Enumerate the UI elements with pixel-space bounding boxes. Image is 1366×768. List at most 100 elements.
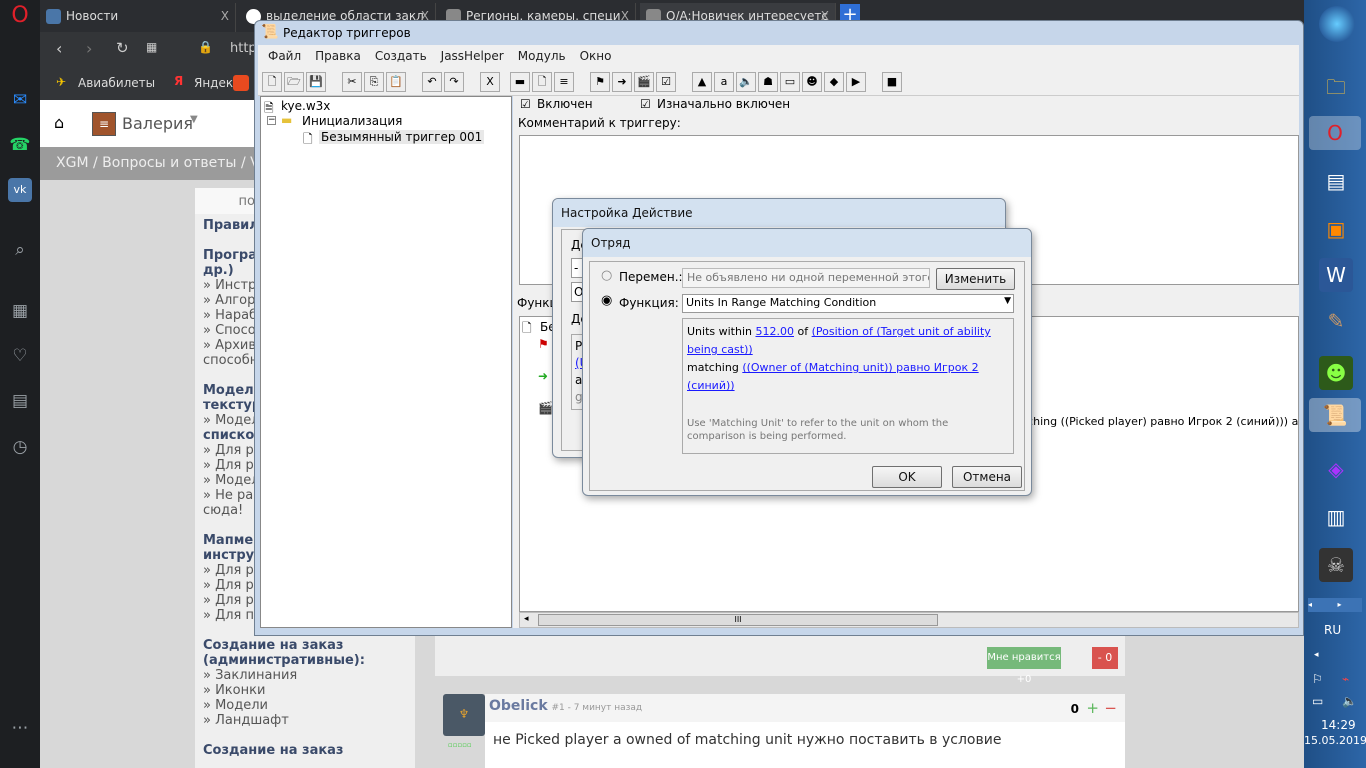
comment-avatar[interactable]: ♆ (443, 694, 485, 736)
clock-date[interactable]: 15.05.2019 (1304, 734, 1366, 747)
new-event-icon[interactable]: ⚑ (590, 72, 610, 92)
menu-item[interactable]: Окно (580, 49, 612, 63)
new-comment-icon[interactable]: ≡ (554, 72, 574, 92)
tray-expand-icon[interactable]: ◂ (1314, 650, 1319, 660)
history-icon[interactable]: ◷ (8, 435, 32, 459)
scroll-left-icon[interactable]: ◂ (524, 614, 529, 624)
aliexpress-icon[interactable] (233, 75, 249, 91)
import-icon[interactable]: ◆ (824, 72, 844, 92)
crumb-qa[interactable]: Вопросы и ответы (102, 155, 236, 171)
menu-item[interactable]: Модуль (518, 49, 566, 63)
open-icon[interactable]: 🗁 (284, 72, 304, 92)
collapse-icon[interactable]: − (267, 116, 276, 125)
clock-time[interactable]: 14:29 (1321, 718, 1356, 732)
ok-button[interactable]: OK (872, 466, 942, 488)
more-icon[interactable]: ⋯ (8, 716, 32, 740)
close-tab-icon[interactable]: X (221, 3, 229, 29)
edit-button[interactable]: Изменить (936, 268, 1015, 290)
function-select[interactable]: Units In Range Matching Condition ▼ (682, 294, 1014, 313)
initially-enabled-checkbox[interactable]: ☑ (640, 97, 651, 111)
new-category-icon[interactable]: ▬ (510, 72, 530, 92)
sidebar-link[interactable]: Создание на заказ (203, 638, 407, 653)
comment-author[interactable]: Obelick (489, 698, 548, 714)
cancel-button[interactable]: Отмена (952, 466, 1022, 488)
world-editor-icon[interactable]: ✎ (1319, 304, 1353, 338)
cut-icon[interactable]: ✂ (342, 72, 362, 92)
action-center-flag-icon[interactable]: ⚐ (1312, 672, 1323, 686)
url-input[interactable]: http (230, 41, 257, 56)
news-icon[interactable]: ▤ (8, 389, 32, 413)
sound-icon[interactable]: 🔈 (736, 72, 756, 92)
heart-icon[interactable]: ♡ (8, 344, 32, 368)
tree-root[interactable]: kye.w3x (281, 99, 330, 113)
menu-item[interactable]: Создать (375, 49, 427, 63)
downvote-button[interactable]: − (1104, 699, 1117, 717)
opera-logo-icon[interactable]: O (8, 4, 32, 28)
sidebar-link[interactable]: » Иконки (203, 683, 407, 698)
power-icon[interactable]: ⌁ (1342, 672, 1349, 686)
user-name[interactable]: Валерия (122, 114, 193, 133)
sidebar-link[interactable]: Создание на заказ (203, 743, 407, 758)
sidebar-link[interactable]: » Ландшафт (203, 713, 407, 728)
crumb-xgm[interactable]: XGM (56, 155, 89, 171)
new-action-icon[interactable]: 🎬 (634, 72, 654, 92)
undo-icon[interactable]: ↶ (422, 72, 442, 92)
sidebar-link[interactable]: » Заклинания (203, 668, 407, 683)
new-trigger-icon[interactable]: 🗋 (532, 72, 552, 92)
redo-icon[interactable]: ↷ (444, 72, 464, 92)
back-icon[interactable]: ‹ (56, 39, 62, 58)
warcraft-icon[interactable]: ☻ (1319, 356, 1353, 390)
forward-icon[interactable]: › (86, 39, 92, 58)
object-icon[interactable]: a (714, 72, 734, 92)
ai-icon[interactable]: ☻ (802, 72, 822, 92)
start-button[interactable] (1319, 6, 1355, 42)
purple-app-icon[interactable]: ◈ (1319, 452, 1353, 486)
reload-icon[interactable]: ↻ (116, 39, 129, 57)
item-icon[interactable]: ▭ (780, 72, 800, 92)
language-indicator[interactable]: RU (1324, 623, 1341, 637)
function-radio[interactable]: ◉ (601, 293, 612, 308)
network-icon[interactable]: ▭ (1312, 694, 1323, 708)
vk-icon[interactable]: vk (8, 178, 32, 202)
scroll-thumb[interactable]: III (538, 614, 938, 626)
sidebar-link[interactable]: » Модели (203, 698, 407, 713)
explorer-icon[interactable]: 🗀 (1319, 70, 1353, 104)
upvote-button[interactable]: + (1086, 699, 1099, 717)
volume-icon[interactable]: 🔈 (1342, 694, 1357, 708)
terrain-icon[interactable]: ▲ (692, 72, 712, 92)
chevron-down-icon[interactable]: ▼ (1004, 296, 1011, 306)
office-icon[interactable]: ▣ (1319, 212, 1353, 246)
enabled-checkbox[interactable]: ☑ (520, 97, 531, 111)
speed-dial-icon[interactable]: ▦ (8, 299, 32, 323)
variable-select[interactable]: Не объявлено ни одной переменной этого т (682, 268, 930, 288)
tabs-grid-icon[interactable]: ▦ (146, 40, 157, 54)
variable-radio[interactable]: ○ (601, 268, 612, 283)
map-test-icon[interactable]: ■ (882, 72, 902, 92)
tree-folder[interactable]: Инициализация (302, 114, 402, 128)
new-icon[interactable]: 🗋 (262, 72, 282, 92)
menu-item[interactable]: Файл (268, 49, 301, 63)
new-condition-icon[interactable]: ➜ (612, 72, 632, 92)
home-icon[interactable]: ⌂ (54, 113, 64, 132)
copy-icon[interactable]: ⎘ (364, 72, 384, 92)
sidebar-link[interactable]: (административные): (203, 653, 407, 668)
like-button[interactable]: Мне нравится +0 (987, 647, 1061, 685)
tree-trigger-selected[interactable]: Безымянный триггер 001 (319, 130, 485, 144)
word-icon[interactable]: W (1319, 258, 1353, 292)
messenger-icon[interactable]: ✉ (8, 88, 32, 112)
action-line-text[interactable]: atching ((Picked player) равно Игрок 2 (… (1016, 415, 1298, 428)
jass-icon[interactable]: X (480, 72, 500, 92)
chevron-down-icon[interactable]: ▼ (190, 114, 198, 125)
taskbar-scroll[interactable]: ◂ ▸ (1308, 598, 1362, 612)
publisher-icon[interactable]: ▤ (1319, 164, 1353, 198)
test-icon[interactable]: ▶ (846, 72, 866, 92)
trigger-editor-task-icon[interactable]: 📜 (1309, 398, 1361, 432)
horizontal-scrollbar[interactable]: ◂ III (519, 612, 1299, 628)
bookmark-avia[interactable]: Авиабилеты (78, 76, 155, 90)
paste-icon[interactable]: 📋 (386, 72, 406, 92)
checklist-icon[interactable]: ☑ (656, 72, 676, 92)
whatsapp-icon[interactable]: ☎ (8, 133, 32, 157)
dislike-button[interactable]: - 0 (1092, 647, 1118, 669)
tab-news[interactable]: Новости X (40, 3, 236, 32)
window-app-icon[interactable]: ▥ (1319, 500, 1353, 534)
